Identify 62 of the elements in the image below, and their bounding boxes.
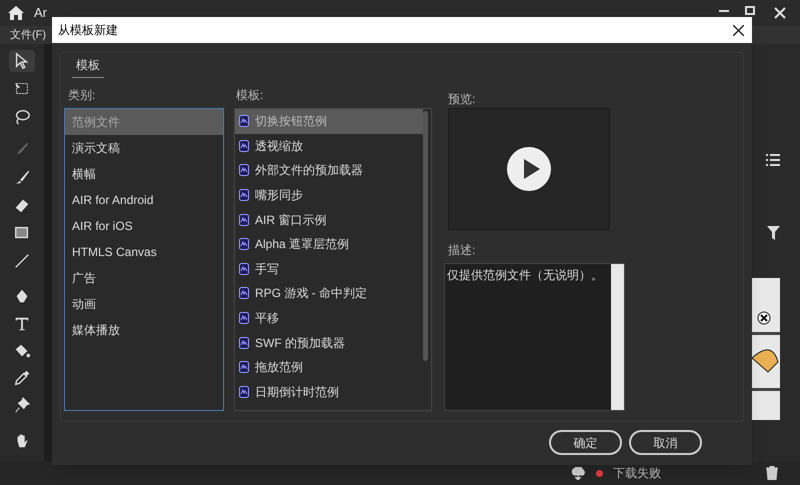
template-item[interactable]: RPG 游戏 - 命中判定 [235,281,423,306]
scrollbar[interactable] [611,264,624,410]
maximize-button[interactable] [742,5,758,16]
file-icon [239,312,249,324]
template-item[interactable]: 外部文件的预加载器 [235,158,423,183]
eyedropper-icon[interactable] [13,369,31,387]
template-item[interactable]: AIR 窗口示例 [235,207,423,232]
dialog-button[interactable]: 确定 [549,430,622,455]
file-icon [239,238,249,250]
category-item[interactable]: AIR for iOS [65,213,223,239]
lasso-icon[interactable] [13,108,31,126]
scrollbar[interactable] [423,111,428,361]
category-item[interactable]: 演示文稿 [65,135,223,161]
file-icon [239,262,249,275]
file-icon [239,386,249,398]
text-tool-icon[interactable] [13,315,31,333]
line-icon[interactable] [13,252,31,270]
play-icon[interactable] [507,147,551,191]
menu-item[interactable]: 文件(F) [10,26,46,44]
tab[interactable]: 模板 [72,56,104,78]
template-label: 模板: [235,87,264,104]
template-item[interactable]: 平移 [235,306,423,330]
file-icon [239,140,249,152]
description-label: 描述: [448,242,476,259]
file-icon [239,214,249,226]
template-item[interactable]: 手写 [235,256,423,282]
file-icon [239,287,249,300]
template-item[interactable]: 日期倒计时范例 [235,380,423,404]
trash-icon[interactable] [766,466,778,480]
pin-icon[interactable] [13,396,31,414]
category-item[interactable]: 媒体播放 [65,317,223,343]
file-icon [239,115,249,128]
category-label: 类别: [67,87,96,104]
window-title: 从模板新建 [58,22,118,39]
dialog-button[interactable]: 取消 [629,430,702,455]
template-item[interactable]: 透视缩放 [235,134,423,158]
file-icon [239,361,249,374]
brush-icon[interactable] [13,168,31,186]
template-item[interactable]: 嘴形同步 [235,182,423,208]
file-icon [239,189,249,202]
category-item[interactable]: 广告 [65,265,223,291]
category-item[interactable]: 横幅 [65,161,223,187]
close-icon[interactable] [733,24,744,36]
description-text: 仅提供范例文件（无说明）。 [446,267,604,284]
file-icon [239,336,249,349]
paint-bucket-icon[interactable] [13,342,31,360]
preview-label: 预览: [448,91,476,108]
template-item[interactable]: SWF 的预加载器 [235,330,423,355]
arrow-icon[interactable] [13,52,31,70]
category-item[interactable]: 动画 [65,291,223,317]
list-icon[interactable] [766,154,780,166]
cloud-icon[interactable] [570,466,586,480]
home-icon[interactable] [8,6,24,20]
filter-icon[interactable] [767,226,780,240]
category-item[interactable]: HTMLS Canvas [65,239,223,265]
template-item[interactable]: Alpha 遮罩层范例 [235,232,423,257]
document-tab[interactable]: Ar [34,3,47,23]
template-item[interactable]: 拖放范例 [235,354,423,380]
file-icon [239,164,249,176]
template-item[interactable]: 切换按钮范例 [235,109,423,134]
status-text: 下载失败 [613,465,661,482]
category-item[interactable]: AIR for Android [65,187,223,213]
